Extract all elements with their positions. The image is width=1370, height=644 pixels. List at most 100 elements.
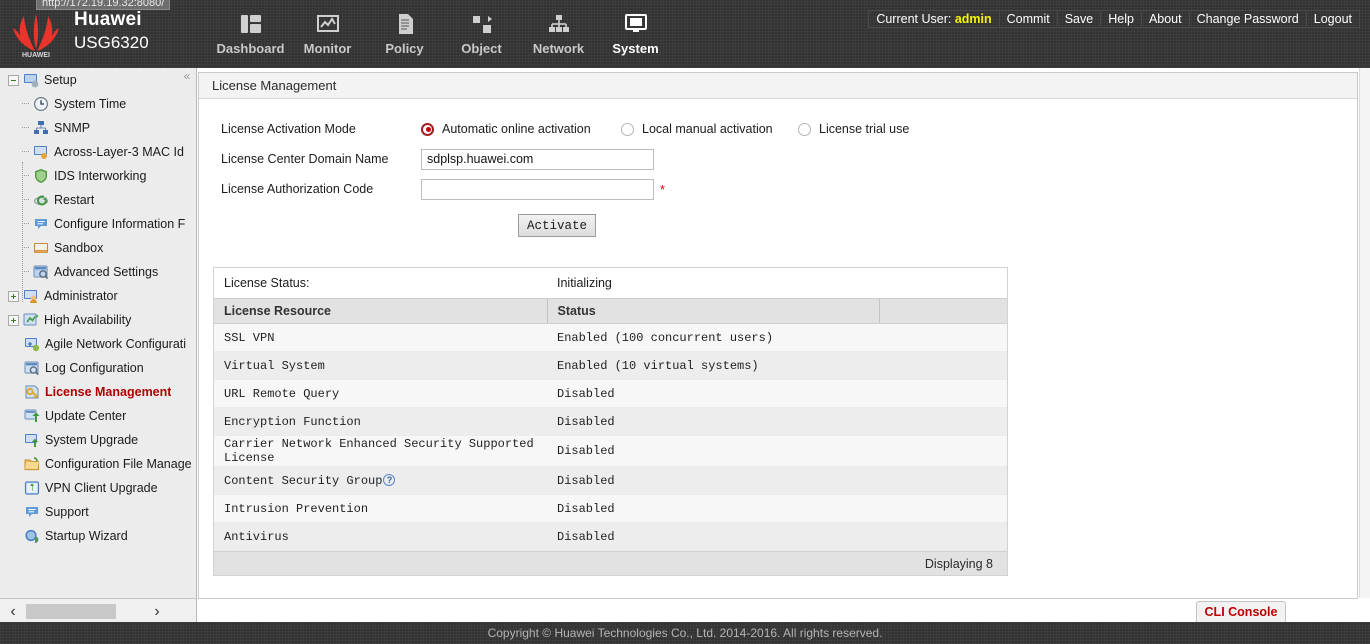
tree-expand-toggle-icon[interactable] bbox=[8, 314, 19, 326]
table-row[interactable]: Content Security Group? Disabled bbox=[214, 466, 1007, 495]
sidebar-item-high-availability[interactable]: High Availability bbox=[0, 308, 196, 332]
sidebar-tree[interactable]: Setup System Time SNMP Across-Layer-3 MAC I… bbox=[0, 68, 196, 548]
sidebar-item-label: Startup Wizard bbox=[45, 529, 128, 543]
activation-mode-row: License Activation Mode Automatic online… bbox=[221, 114, 1357, 144]
table-row[interactable]: Encryption Function Disabled bbox=[214, 407, 1007, 436]
license-status-label: License Status: bbox=[224, 276, 310, 290]
cell-status: Disabled bbox=[547, 407, 879, 436]
radio-local-manual-activation[interactable]: Local manual activation bbox=[621, 122, 798, 136]
commit-link[interactable]: Commit bbox=[998, 12, 1057, 26]
column-header-status[interactable]: Status bbox=[546, 298, 879, 324]
log-config-icon bbox=[24, 360, 41, 376]
sidebar-item-license-management[interactable]: License Management bbox=[0, 380, 196, 404]
ids-shield-icon bbox=[33, 168, 50, 184]
help-question-icon[interactable]: ? bbox=[383, 473, 396, 486]
sidebar-item-update-center[interactable]: Update Center bbox=[0, 404, 196, 428]
nav-item-object[interactable]: Object bbox=[443, 6, 520, 64]
license-key-icon bbox=[24, 384, 41, 400]
main-navigation[interactable]: Dashboard Monitor Policy Object Network … bbox=[212, 6, 674, 64]
radio-dot-icon bbox=[421, 122, 434, 136]
cell-extra bbox=[879, 351, 1007, 380]
cell-license-resource: URL Remote Query bbox=[214, 379, 547, 408]
table-row[interactable]: Carrier Network Enhanced Security Suppor… bbox=[214, 435, 1007, 467]
brand-name: Huawei bbox=[74, 9, 142, 30]
sidebar-item-log-configuration[interactable]: Log Configuration bbox=[0, 356, 196, 380]
sidebar-item-system-upgrade[interactable]: System Upgrade bbox=[0, 428, 196, 452]
high-availability-icon bbox=[23, 312, 40, 328]
sidebar-item-snmp[interactable]: SNMP bbox=[0, 116, 196, 140]
nav-item-dashboard[interactable]: Dashboard bbox=[212, 6, 289, 64]
sidebar-item-label: Support bbox=[45, 505, 89, 519]
snmp-icon bbox=[33, 120, 50, 136]
column-header-license-resource[interactable]: License Resource bbox=[214, 298, 547, 324]
table-row[interactable]: Antivirus Disabled bbox=[214, 522, 1007, 551]
sidebar-item-administrator[interactable]: Administrator bbox=[0, 284, 196, 308]
sidebar-horizontal-scrollbar[interactable]: ‹ › bbox=[0, 598, 197, 624]
displaying-count: Displaying 8 bbox=[924, 556, 993, 571]
sidebar-item-label: Sandbox bbox=[54, 241, 104, 255]
sidebar-item-label: Across-Layer-3 MAC Id bbox=[54, 145, 184, 159]
cli-console-tab[interactable]: CLI Console bbox=[1196, 601, 1286, 622]
logout-link[interactable]: Logout bbox=[1305, 12, 1359, 26]
change-password-link[interactable]: Change Password bbox=[1188, 12, 1306, 26]
nav-label-policy: Policy bbox=[385, 41, 424, 56]
sidebar-item-label: Setup bbox=[44, 73, 77, 87]
column-header-extra[interactable] bbox=[878, 298, 1007, 324]
license-authorization-code-input[interactable] bbox=[421, 178, 654, 200]
vpn-client-icon bbox=[24, 480, 41, 496]
sidebar-item-support[interactable]: Support bbox=[0, 500, 196, 524]
license-resource-table: License Resource Status SSL VPN Enabled (… bbox=[214, 298, 1007, 551]
table-row[interactable]: Intrusion Prevention Disabled bbox=[214, 494, 1007, 523]
sidebar-item-restart[interactable]: Restart bbox=[0, 188, 196, 212]
current-user-label: Current User: bbox=[876, 12, 952, 26]
sidebar-item-sandbox[interactable]: Sandbox bbox=[0, 236, 196, 260]
sidebar-item-agile-network-configurati[interactable]: Agile Network Configurati bbox=[0, 332, 196, 356]
huawei-logo: HUAWEI bbox=[10, 12, 62, 59]
nav-item-monitor[interactable]: Monitor bbox=[289, 6, 366, 64]
config-file-folder-icon bbox=[24, 456, 41, 472]
cell-license-resource: Encryption Function bbox=[214, 407, 547, 436]
license-status-value: Initializing bbox=[557, 276, 612, 290]
sidebar-item-label: SNMP bbox=[54, 121, 91, 135]
scrollbar-thumb[interactable] bbox=[26, 604, 116, 619]
sidebar-collapse-icon[interactable]: « bbox=[180, 70, 194, 84]
user-toolbar[interactable]: Current User: admin Commit Save Help Abo… bbox=[868, 10, 1360, 28]
sandbox-icon bbox=[33, 240, 50, 256]
scroll-right-arrow-icon[interactable]: › bbox=[144, 599, 170, 624]
sidebar-item-vpn-client-upgrade[interactable]: VPN Client Upgrade bbox=[0, 476, 196, 500]
license-status-row: License Status: Initializing bbox=[214, 268, 1007, 298]
sidebar-item-setup[interactable]: Setup bbox=[0, 68, 196, 92]
sidebar-item-label: IDS Interworking bbox=[54, 169, 147, 183]
license-center-domain-input[interactable] bbox=[421, 148, 654, 170]
nav-item-network[interactable]: Network bbox=[520, 6, 597, 64]
sidebar-item-configuration-file-manage[interactable]: Configuration File Manage bbox=[0, 452, 196, 476]
nav-item-policy[interactable]: Policy bbox=[366, 6, 443, 64]
brand-block: Huawei USG6320 bbox=[74, 8, 149, 54]
cell-extra bbox=[879, 435, 1007, 467]
help-link[interactable]: Help bbox=[1100, 12, 1141, 26]
sidebar-item-advanced-settings[interactable]: Advanced Settings bbox=[0, 260, 196, 284]
sidebar-navigation[interactable]: « Setup System Time SNMP Across-Layer-3 MAC… bbox=[0, 68, 197, 598]
tree-expand-toggle-icon[interactable] bbox=[8, 290, 19, 302]
activation-mode-radio-group[interactable]: Automatic online activation Local manual… bbox=[421, 122, 909, 136]
activate-button[interactable]: Activate bbox=[518, 214, 596, 237]
sidebar-item-ids-interworking[interactable]: IDS Interworking bbox=[0, 164, 196, 188]
sidebar-item-system-time[interactable]: System Time bbox=[0, 92, 196, 116]
table-row[interactable]: Virtual System Enabled (10 virtual system… bbox=[214, 351, 1007, 380]
system-icon bbox=[597, 9, 674, 39]
about-link[interactable]: About bbox=[1140, 12, 1189, 26]
sidebar-item-across-layer-3-mac-id[interactable]: Across-Layer-3 MAC Id bbox=[0, 140, 196, 164]
restart-icon bbox=[33, 192, 50, 208]
table-row[interactable]: URL Remote Query Disabled bbox=[214, 379, 1007, 408]
save-link[interactable]: Save bbox=[1056, 12, 1101, 26]
radio-license-trial-use[interactable]: License trial use bbox=[798, 122, 909, 136]
table-row[interactable]: SSL VPN Enabled (100 concurrent users) bbox=[214, 323, 1007, 352]
sidebar-item-startup-wizard[interactable]: Startup Wizard bbox=[0, 524, 196, 548]
system-upgrade-icon bbox=[24, 432, 41, 448]
sidebar-item-configure-information-f[interactable]: Configure Information F bbox=[0, 212, 196, 236]
nav-item-system[interactable]: System bbox=[597, 6, 674, 64]
tree-collapse-toggle-icon[interactable] bbox=[8, 74, 19, 86]
scroll-left-arrow-icon[interactable]: ‹ bbox=[0, 599, 26, 624]
radio-automatic-online-activation[interactable]: Automatic online activation bbox=[421, 122, 621, 136]
nav-label-monitor: Monitor bbox=[303, 41, 352, 56]
